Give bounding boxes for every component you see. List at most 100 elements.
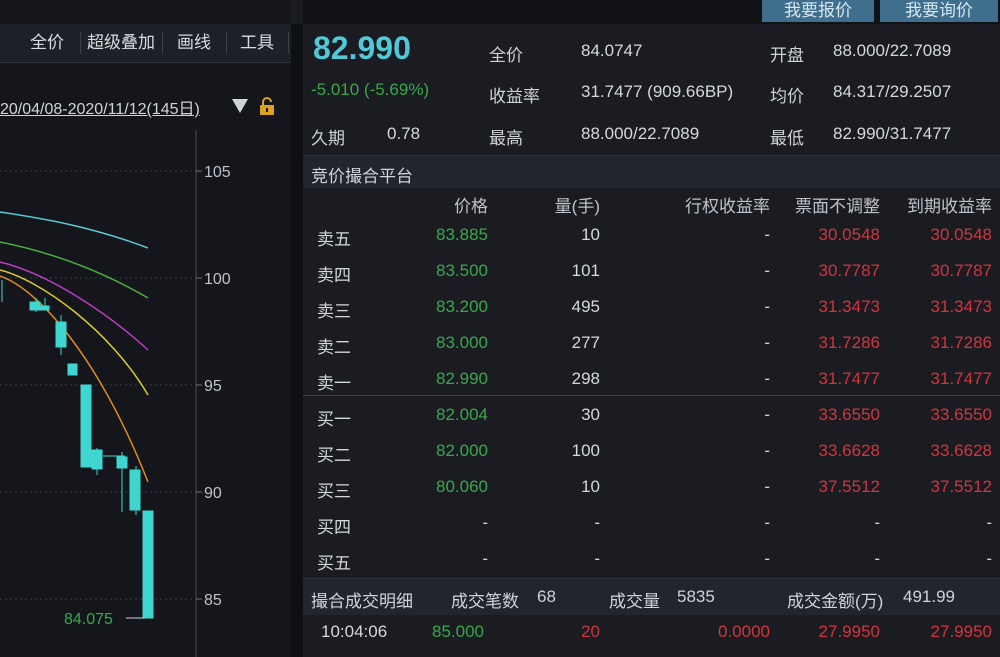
bid-row[interactable]: 买一 82.004 30 - 33.6550 33.6550: [303, 397, 1000, 433]
avg-label: 均价: [770, 87, 804, 106]
row-label: 买四: [317, 518, 351, 537]
toolbar-super-overlay-button[interactable]: 超级叠加: [80, 24, 163, 62]
candle: [91, 449, 103, 470]
row-exercise-yield: -: [764, 225, 770, 244]
candle: [129, 469, 141, 511]
ask-row[interactable]: 卖三 83.200 495 - 31.3473 31.3473: [303, 289, 1000, 325]
row-label: 卖四: [317, 266, 351, 285]
bid-row[interactable]: 买三 80.060 10 - 37.5512 37.5512: [303, 469, 1000, 505]
row-exercise-yield: -: [764, 297, 770, 316]
row-maturity-yield: 30.7787: [930, 261, 992, 280]
y-tick-label: 100: [204, 271, 231, 288]
trade-yield: 0.0000: [718, 622, 770, 641]
toolbar-tools-button[interactable]: 工具: [226, 24, 289, 62]
open-label: 开盘: [770, 46, 804, 65]
row-quantity: -: [594, 549, 600, 568]
toolbar-full-price-button[interactable]: 全价: [14, 24, 81, 62]
row-face-yield: 30.0548: [818, 225, 880, 244]
order-book-header: 价格 量(手) 行权收益率 票面不调整 到期收益率: [303, 187, 1000, 219]
quote-action-bar: 我要报价 我要询价: [303, 0, 1000, 24]
row-price: 83.200: [436, 297, 488, 316]
toolbar-draw-line-button[interactable]: 画线: [162, 24, 227, 62]
row-label: 卖三: [317, 302, 351, 321]
candle: [55, 321, 67, 348]
row-price: 83.500: [436, 261, 488, 280]
header-face-unadjusted[interactable]: 票面不调整: [795, 192, 880, 217]
date-range-label[interactable]: 20/04/08-2020/11/12(145日): [0, 95, 200, 119]
row-label: 买一: [317, 410, 351, 429]
y-tick-label: 85: [204, 592, 222, 609]
header-quantity[interactable]: 量(手): [555, 192, 600, 217]
row-quantity: 10: [581, 225, 600, 244]
row-label: 买五: [317, 554, 351, 573]
yield-value: 31.7477 (909.66BP): [581, 82, 734, 101]
row-label: 买三: [317, 482, 351, 501]
row-maturity-yield: 33.6550: [930, 405, 992, 424]
row-quantity: 10: [581, 477, 600, 496]
trade-count-label: 成交笔数: [451, 592, 519, 611]
ask-row[interactable]: 卖二 83.000 277 - 31.7286 31.7286: [303, 325, 1000, 361]
row-label: 卖五: [317, 230, 351, 249]
trade-price: 85.000: [432, 622, 484, 641]
candle: [29, 301, 41, 311]
bid-row[interactable]: 买五 - - - - -: [303, 541, 1000, 577]
y-tick-label: 105: [204, 164, 231, 181]
low-label: 最低: [770, 129, 804, 148]
candlestick-chart: 105 100 95 90 85 84.075: [0, 130, 231, 657]
ask-row[interactable]: 卖五 83.885 10 - 30.0548 30.0548: [303, 217, 1000, 253]
pane-divider[interactable]: [291, 24, 303, 657]
candle: [116, 456, 128, 469]
trade-face-yield: 27.9950: [818, 622, 880, 641]
row-maturity-yield: -: [986, 513, 992, 532]
row-price: -: [482, 549, 488, 568]
last-price: 82.990: [313, 30, 411, 66]
trade-time: 10:04:06: [321, 622, 388, 641]
ask-row[interactable]: 卖四 83.500 101 - 30.7787 30.7787: [303, 253, 1000, 289]
chart-pane: 全价 超级叠加 画线 工具 20/04/08-2020/11/12(145日) …: [0, 0, 291, 657]
request-quote-button[interactable]: 我要询价: [880, 0, 998, 22]
row-exercise-yield: -: [764, 405, 770, 424]
trade-summary-bar: 撮合成交明细 成交笔数 68 成交量 5835 成交金额(万) 491.99: [303, 578, 1000, 615]
order-book-title-bar: 竞价撮合平台: [303, 155, 1000, 188]
row-quantity: 101: [571, 261, 600, 280]
header-exercise-yield[interactable]: 行权收益率: [685, 192, 770, 217]
trade-row[interactable]: 10:04:06 85.000 20 0.0000 27.9950 27.995…: [303, 616, 1000, 652]
y-tick-label: 90: [204, 485, 222, 502]
ask-row[interactable]: 卖一 82.990 298 - 31.7477 31.7477: [303, 361, 1000, 397]
row-label: 卖二: [317, 338, 351, 357]
candle: [67, 363, 78, 376]
row-exercise-yield: -: [764, 333, 770, 352]
row-face-yield: 37.5512: [818, 477, 880, 496]
order-book-title: 竞价撮合平台: [311, 167, 413, 186]
row-price: 80.060: [436, 477, 488, 496]
bid-row[interactable]: 买四 - - - - -: [303, 505, 1000, 541]
row-quantity: -: [594, 513, 600, 532]
full-price-label: 全价: [489, 46, 523, 65]
last-price-label: 84.075: [64, 611, 113, 628]
dropdown-triangle-icon[interactable]: [232, 99, 248, 113]
row-price: 83.000: [436, 333, 488, 352]
trade-count-value: 68: [537, 587, 556, 606]
row-face-yield: 30.7787: [818, 261, 880, 280]
trade-quantity: 20: [581, 622, 600, 641]
row-quantity: 30: [581, 405, 600, 424]
submit-quote-button[interactable]: 我要报价: [762, 0, 874, 22]
trade-volume-value: 5835: [677, 587, 715, 606]
row-quantity: 100: [571, 441, 600, 460]
row-maturity-yield: 31.7286: [930, 333, 992, 352]
header-maturity-yield[interactable]: 到期收益率: [907, 192, 992, 217]
row-exercise-yield: -: [764, 261, 770, 280]
duration-label: 久期: [311, 129, 345, 148]
high-label: 最高: [489, 129, 523, 148]
row-exercise-yield: -: [764, 369, 770, 388]
row-quantity: 495: [571, 297, 600, 316]
chart-toolbar: 全价 超级叠加 画线 工具: [0, 24, 291, 63]
header-price[interactable]: 价格: [454, 192, 488, 217]
bid-row[interactable]: 买二 82.000 100 - 33.6628 33.6628: [303, 433, 1000, 469]
row-exercise-yield: -: [764, 441, 770, 460]
row-maturity-yield: 33.6628: [930, 441, 992, 460]
trade-volume-label: 成交量: [609, 592, 660, 611]
trade-amount-value: 491.99: [903, 587, 955, 606]
trade-maturity-yield: 27.9950: [930, 622, 992, 641]
unlock-icon[interactable]: [259, 97, 275, 115]
